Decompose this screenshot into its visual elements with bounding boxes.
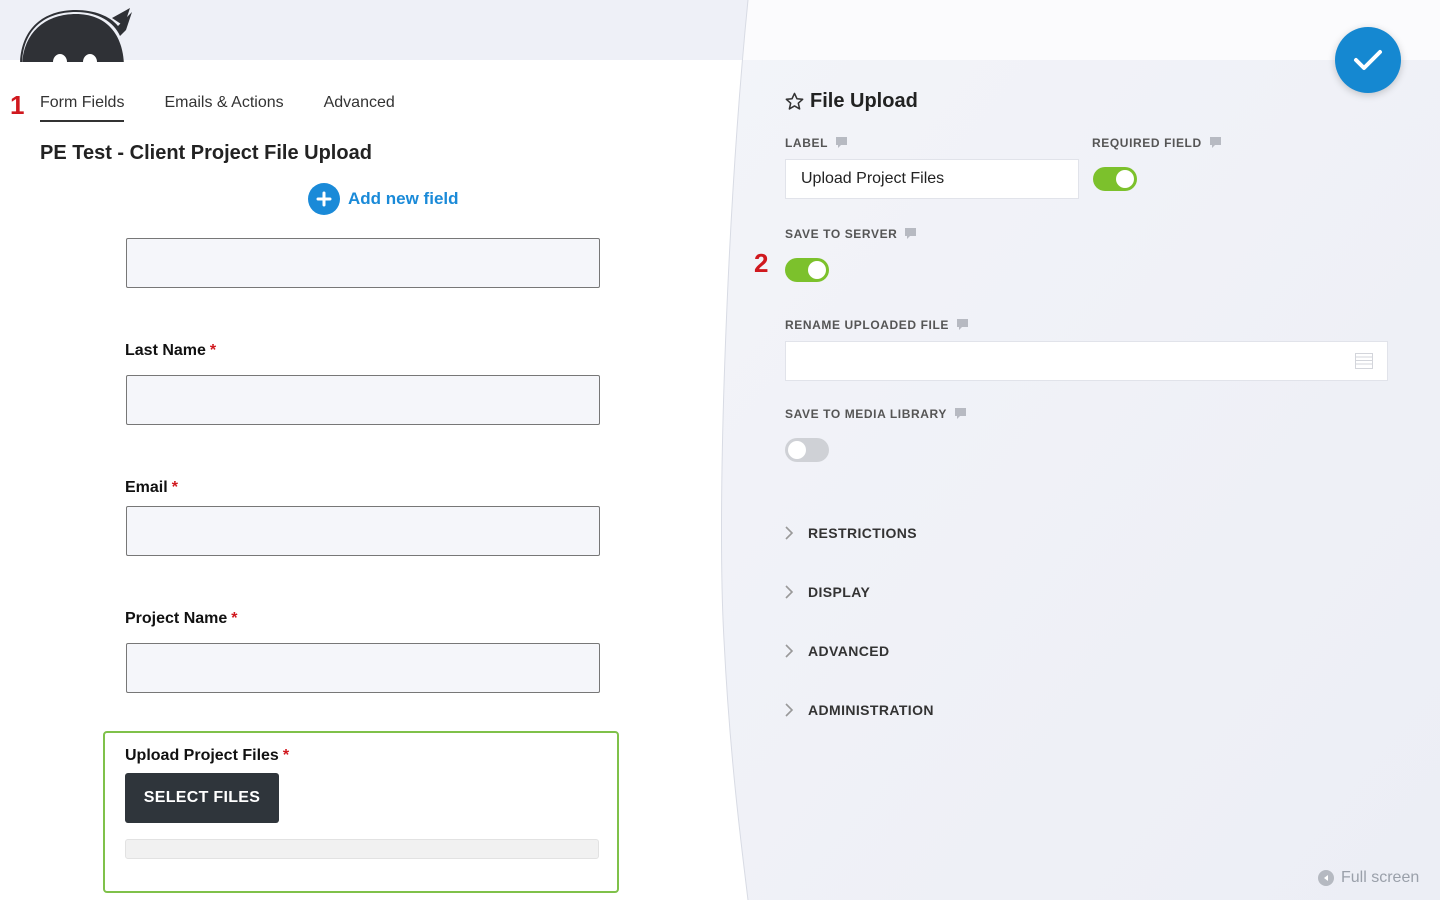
section-administration[interactable]: ADMINISTRATION: [784, 702, 934, 718]
field-label-email: Email *: [125, 479, 178, 497]
toggle-knob: [1116, 170, 1134, 188]
field-label-text: Last Name: [125, 342, 206, 359]
annotation-marker-2: 2: [754, 248, 769, 278]
setting-label-text: REQUIRED FIELD: [1092, 136, 1202, 150]
setting-label-text: LABEL: [785, 136, 828, 150]
panel-title-text: File Upload: [810, 90, 918, 112]
upload-progress-bar: [125, 839, 599, 859]
comment-icon[interactable]: [1209, 137, 1221, 149]
first-name-field-preview[interactable]: [126, 238, 600, 288]
last-name-field-preview[interactable]: [126, 375, 600, 425]
rename-uploaded-file-setting-label: RENAME UPLOADED FILE: [785, 318, 969, 332]
project-name-field-preview[interactable]: [126, 643, 600, 693]
field-label-upload-project-files: Upload Project Files *: [125, 747, 289, 765]
plus-icon: [308, 183, 340, 215]
toggle-knob: [808, 261, 826, 279]
save-to-media-library-setting-label: SAVE TO MEDIA LIBRARY: [785, 407, 966, 421]
full-screen-label: Full screen: [1341, 869, 1420, 886]
save-to-server-toggle[interactable]: [785, 258, 829, 282]
section-advanced[interactable]: ADVANCED: [784, 643, 890, 659]
chevron-right-icon: [785, 526, 794, 540]
tab-advanced[interactable]: Advanced: [324, 94, 395, 122]
form-tabs: Form Fields Emails & Actions Advanced: [40, 94, 395, 122]
checkmark-icon: [1354, 50, 1382, 70]
tab-emails-actions[interactable]: Emails & Actions: [164, 94, 283, 122]
section-label: ADMINISTRATION: [808, 702, 934, 718]
chevron-right-icon: [785, 703, 794, 717]
add-new-field-button[interactable]: Add new field: [308, 183, 459, 215]
star-icon[interactable]: [785, 92, 804, 111]
save-to-server-setting-label: SAVE TO SERVER: [785, 227, 917, 241]
comment-icon[interactable]: [954, 408, 966, 420]
required-mark: *: [282, 747, 290, 764]
label-input[interactable]: Upload Project Files: [785, 159, 1079, 199]
required-mark: *: [231, 610, 238, 627]
comment-icon[interactable]: [836, 137, 847, 149]
save-to-media-library-toggle[interactable]: [785, 438, 829, 462]
section-display[interactable]: DISPLAY: [784, 584, 870, 600]
comment-icon[interactable]: [957, 319, 969, 331]
label-setting-label: LABEL: [785, 136, 847, 150]
arrow-left-circle-icon: [1318, 870, 1334, 886]
add-new-field-label: Add new field: [348, 189, 459, 208]
confirm-done-button[interactable]: [1335, 27, 1401, 93]
select-files-button[interactable]: SELECT FILES: [125, 773, 279, 823]
required-field-setting-label: REQUIRED FIELD: [1092, 136, 1221, 150]
field-label-text: Email: [125, 479, 168, 496]
field-label-text: Project Name: [125, 610, 228, 627]
ninja-logo-icon: [14, 8, 134, 62]
setting-label-text: SAVE TO MEDIA LIBRARY: [785, 407, 947, 421]
section-label: DISPLAY: [808, 584, 871, 600]
tab-form-fields[interactable]: Form Fields: [40, 94, 125, 122]
toggle-knob: [788, 441, 806, 459]
email-field-preview[interactable]: [126, 506, 600, 556]
chevron-right-icon: [785, 644, 794, 658]
field-label-text: Upload Project Files: [125, 747, 279, 764]
form-title: PE Test - Client Project File Upload: [40, 142, 372, 164]
chevron-right-icon: [785, 585, 794, 599]
section-restrictions[interactable]: RESTRICTIONS: [784, 525, 917, 541]
merge-tags-icon[interactable]: [1355, 353, 1373, 369]
required-field-toggle[interactable]: [1093, 167, 1137, 191]
field-label-project-name: Project Name *: [125, 610, 238, 628]
annotation-marker-1: 1: [10, 90, 25, 120]
field-label-last-name: Last Name *: [125, 342, 216, 360]
full-screen-toggle[interactable]: Full screen: [1318, 869, 1419, 887]
setting-label-text: RENAME UPLOADED FILE: [785, 318, 950, 332]
required-mark: *: [209, 342, 217, 359]
rename-uploaded-file-input[interactable]: [785, 341, 1388, 381]
comment-icon[interactable]: [905, 228, 917, 240]
panel-title: File Upload: [785, 90, 918, 113]
required-mark: *: [171, 479, 178, 496]
setting-label-text: SAVE TO SERVER: [785, 227, 898, 241]
section-label: ADVANCED: [808, 643, 890, 659]
section-label: RESTRICTIONS: [808, 525, 918, 541]
